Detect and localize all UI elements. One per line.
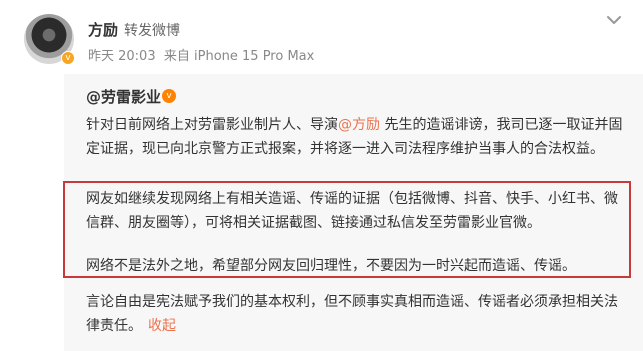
original-paragraph-4: 言论自由是宪法赋予我们的基本权利，但不顾事实真相而造谣、传谣者必须承担相关法律责…: [86, 290, 631, 338]
chevron-down-icon[interactable]: [606, 14, 622, 26]
post-header: v 方励 转发微博 昨天 20:03 来自 iPhone 15 Pro Max: [0, 0, 643, 74]
para1-text-before: 针对日前网络上对劳雷影业制片人、导演: [86, 117, 338, 133]
post-source: 来自 iPhone 15 Pro Max: [163, 49, 315, 64]
post-timestamp[interactable]: 昨天 20:03: [88, 49, 156, 64]
original-paragraph-1: 针对日前网络上对劳雷影业制片人、导演@方励 先生的造谣诽谤，我司已逐一取证并固定…: [86, 113, 631, 161]
post-author-name[interactable]: 方励: [88, 19, 118, 40]
original-paragraph-3: 网络不是法外之地，希望部分网友回归理性，不要因为一时兴起而造谣、传谣。: [86, 258, 576, 274]
verified-v-icon: v: [162, 89, 176, 103]
post-meta: 昨天 20:03 来自 iPhone 15 Pro Max: [88, 45, 314, 64]
repost-action-label: 转发微博: [124, 23, 180, 39]
collapse-link[interactable]: 收起: [148, 318, 176, 334]
original-paragraph-2: 网友如继续发现网络上有相关造谣、传谣的证据（包括微博、抖音、快手、小红书、微信群…: [86, 191, 618, 231]
original-author-link[interactable]: @劳雷影业: [86, 86, 161, 107]
verified-badge-icon: v: [61, 51, 75, 65]
mention-link[interactable]: @方励: [338, 117, 380, 133]
